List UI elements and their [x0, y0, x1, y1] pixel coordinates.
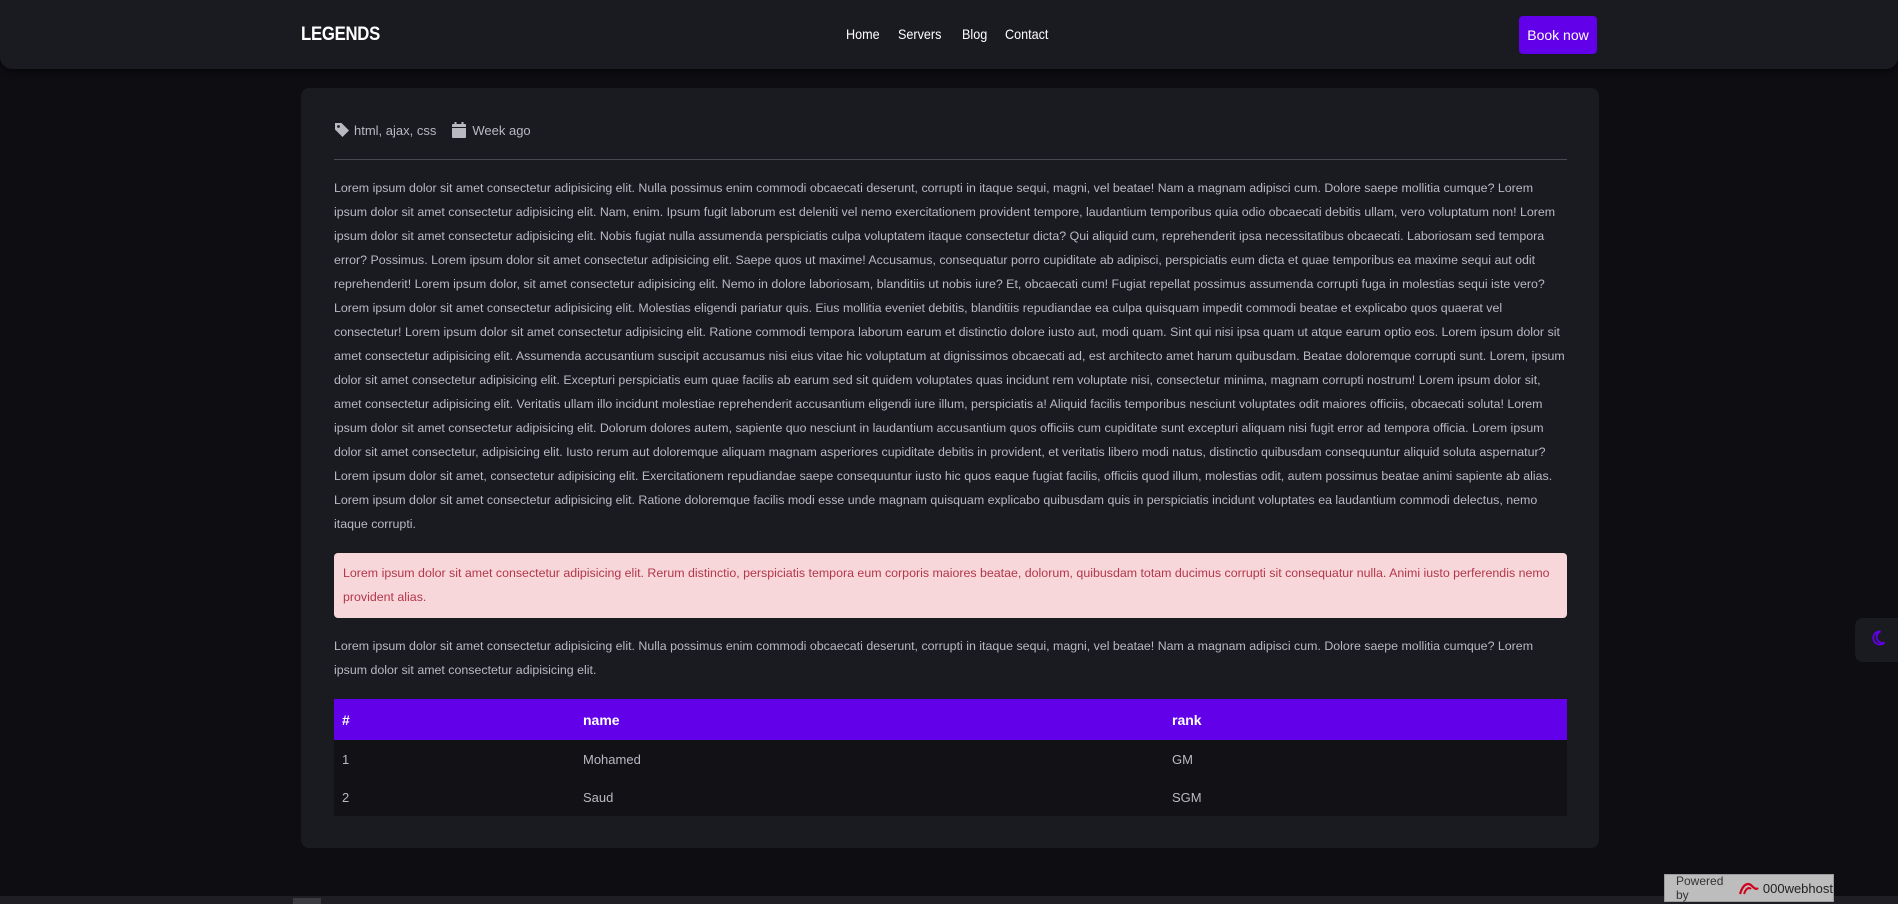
theme-toggle-button[interactable] [1855, 618, 1898, 662]
calendar-icon [452, 122, 468, 138]
table-cell-rank: SGM [1172, 789, 1202, 805]
alert-box: Lorem ipsum dolor sit amet consectetur a… [334, 553, 1567, 618]
post-body: Lorem ipsum dolor sit amet consectetur a… [334, 181, 1565, 531]
table-cell-name: Mohamed [583, 751, 641, 767]
post-date-text: Week ago [472, 122, 531, 138]
meta-divider [334, 159, 1567, 160]
nav-links: Home Servers Blog Contact [846, 26, 1068, 42]
table-cell-number: 2 [342, 789, 350, 805]
post-card: html, ajax, css Week ago Lorem ipsum dol… [301, 88, 1599, 848]
table-cell-rank: GM [1172, 751, 1193, 767]
table-cell-number: 1 [342, 751, 350, 767]
nav-link-home[interactable]: Home [846, 26, 880, 42]
post-tags-text: html, ajax, css [354, 122, 437, 138]
brand-logo[interactable]: LEGENDS [301, 24, 380, 46]
nav-link-servers[interactable]: Servers [898, 26, 941, 42]
post-body-2: Lorem ipsum dolor sit amet consectetur a… [334, 639, 1534, 677]
post-tags: html, ajax, css [334, 122, 436, 138]
000webhost-logo-icon [1738, 880, 1760, 896]
table-row: 2 Saud SGM [334, 778, 1567, 816]
moon-icon [1870, 630, 1886, 651]
nav-link-contact[interactable]: Contact [1005, 26, 1048, 42]
table-header-name: name [583, 711, 620, 728]
host-name: 000webhost [1762, 880, 1833, 896]
navbar: LEGENDS Home Servers Blog Contact Book n… [0, 0, 1898, 69]
table-cell-name: Saud [583, 789, 614, 805]
powered-by-badge[interactable]: Powered by 000webhost [1664, 874, 1834, 902]
powered-by-label: Powered by [1676, 874, 1724, 902]
tag-icon [334, 122, 350, 138]
post-meta: html, ajax, css Week ago [334, 122, 547, 138]
post-date: Week ago [452, 122, 531, 138]
table-header-row: # name rank [334, 699, 1567, 740]
table-header-number: # [342, 711, 350, 728]
nav-link-blog[interactable]: Blog [962, 26, 987, 42]
table-row: 1 Mohamed GM [334, 740, 1567, 778]
scrollbar-thumb[interactable] [293, 898, 321, 904]
ranks-table: # name rank 1 Mohamed GM 2 Saud SGM [334, 699, 1567, 816]
book-now-button[interactable]: Book now [1519, 16, 1597, 54]
bottom-scrollbar[interactable] [0, 896, 1898, 904]
table-header-rank: rank [1172, 711, 1202, 728]
